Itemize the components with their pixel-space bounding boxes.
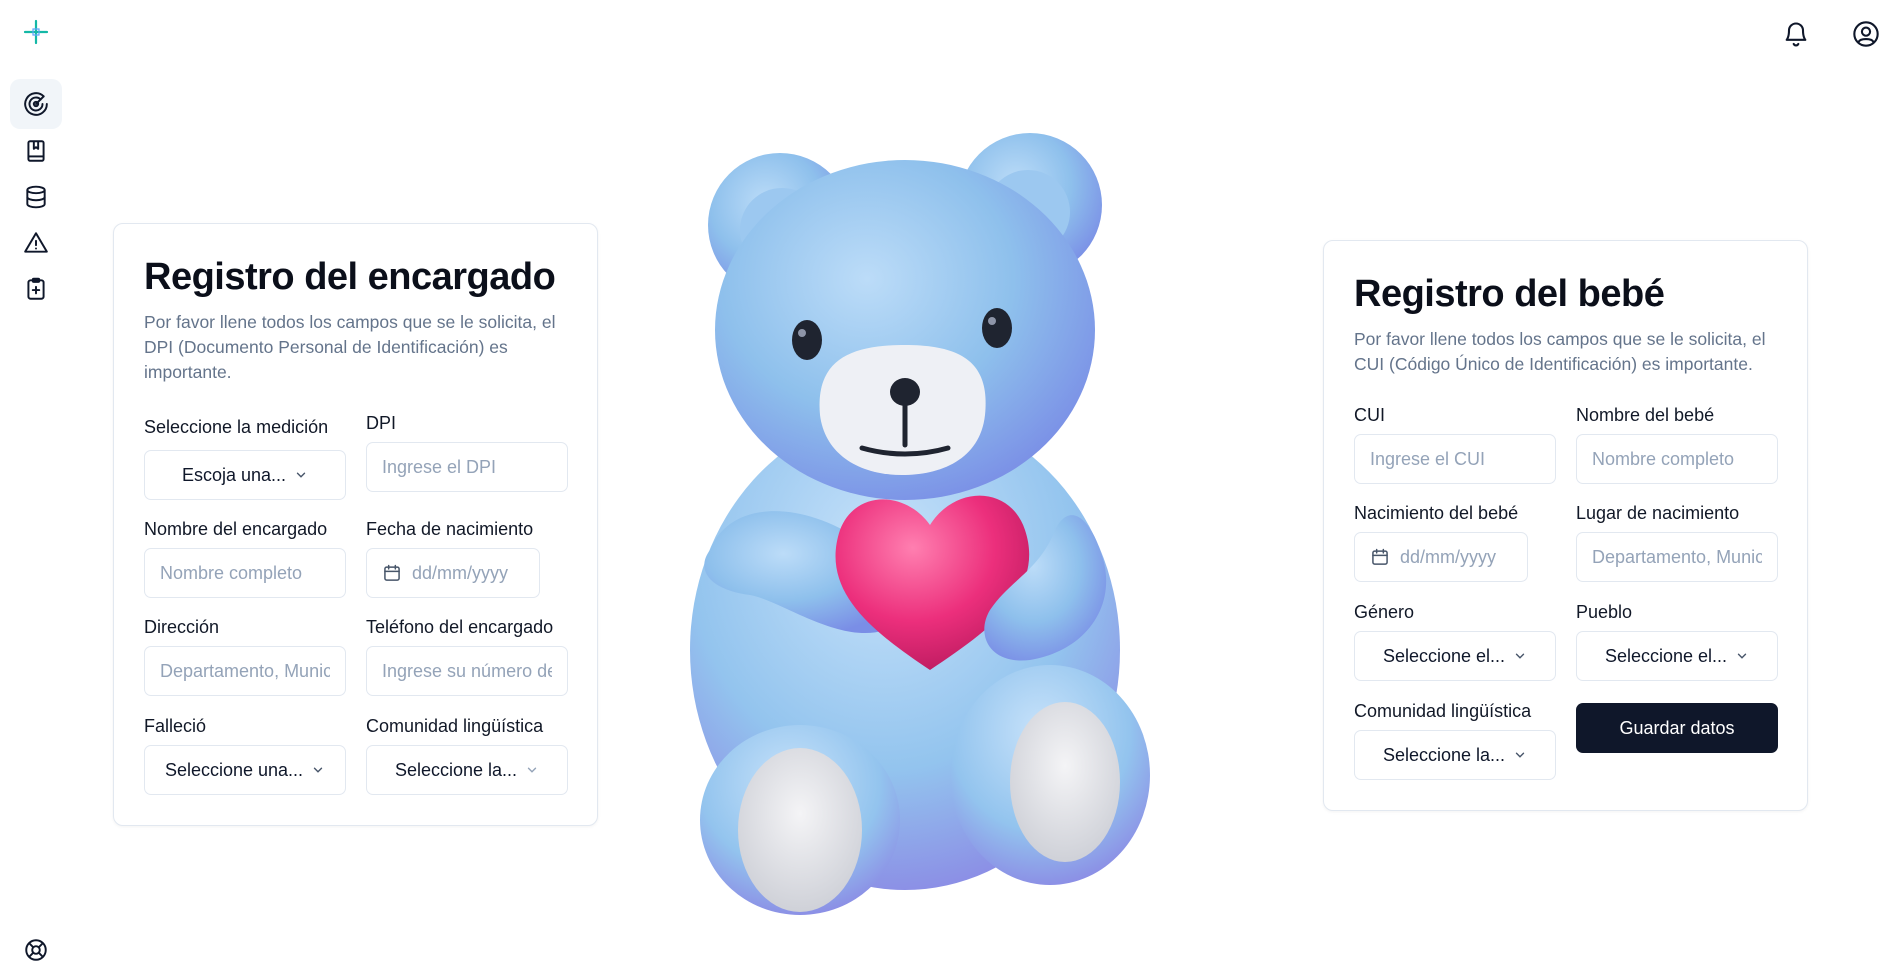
- user-circle-icon: [1853, 21, 1879, 47]
- radar-icon: [24, 92, 48, 116]
- dpi-field[interactable]: [366, 442, 568, 492]
- people-label: Pueblo: [1576, 602, 1633, 622]
- gender-label: Género: [1354, 602, 1415, 622]
- address-input[interactable]: [160, 660, 330, 682]
- sidebar: [0, 0, 72, 971]
- sidebar-item-radar[interactable]: [10, 79, 62, 129]
- chevron-down-icon: [296, 472, 306, 478]
- guardian-language-label: Comunidad lingüística: [366, 716, 544, 736]
- database-icon: [26, 185, 46, 209]
- guardian-language-select[interactable]: Seleccione la...: [366, 745, 568, 795]
- baby-language-select[interactable]: Seleccione la...: [1354, 730, 1556, 780]
- address-label: Dirección: [144, 617, 220, 637]
- baby-language-select-value: Seleccione la...: [1382, 744, 1506, 765]
- baby-birth-date-placeholder: dd/mm/yyyy: [1400, 546, 1497, 567]
- deceased-label: Falleció: [144, 716, 207, 736]
- save-data-button[interactable]: Guardar datos: [1576, 703, 1778, 753]
- baby-name-field[interactable]: [1576, 434, 1778, 484]
- bell-icon: [1785, 22, 1807, 47]
- baby-name-label: Nombre del bebé: [1576, 405, 1715, 425]
- dpi-input[interactable]: [382, 456, 552, 478]
- baby-birth-date-label: Nacimiento del bebé: [1354, 503, 1519, 523]
- clipboard-plus-icon: [27, 277, 45, 300]
- guardian-registration-card: Registro del encargado Por favor llene t…: [113, 223, 598, 826]
- baby-birth-date-field[interactable]: dd/mm/yyyy: [1354, 532, 1528, 582]
- sidebar-item-help[interactable]: [10, 925, 62, 971]
- phone-label: Teléfono del encargado: [366, 617, 554, 637]
- sidebar-item-records[interactable]: [10, 126, 62, 176]
- life-buoy-icon: [25, 939, 47, 961]
- cui-field[interactable]: [1354, 434, 1556, 484]
- address-field[interactable]: [144, 646, 346, 696]
- gender-select[interactable]: Seleccione el...: [1354, 631, 1556, 681]
- profile-button[interactable]: [1850, 18, 1882, 50]
- measurement-select-value: Escoja una...: [181, 464, 287, 485]
- measurement-select[interactable]: Escoja una...: [144, 450, 346, 500]
- guardian-form-description: Por favor llene todos los campos que se …: [144, 312, 556, 382]
- bookmark-book-icon: [27, 140, 45, 162]
- baby-name-input[interactable]: [1592, 448, 1762, 470]
- baby-registration-card: Registro del bebé Por favor llene todos …: [1323, 240, 1808, 811]
- guardian-birth-date-field[interactable]: dd/mm/yyyy: [366, 548, 540, 598]
- measurement-label: Seleccione la medición: [144, 417, 329, 437]
- guardian-form-title: Registro del encargado: [144, 256, 556, 298]
- sidebar-item-clipboard[interactable]: [10, 264, 62, 314]
- cui-input[interactable]: [1370, 448, 1540, 470]
- guardian-name-field[interactable]: [144, 548, 346, 598]
- guardian-name-input[interactable]: [160, 562, 330, 584]
- baby-form-description: Por favor llene todos los campos que se …: [1354, 329, 1766, 374]
- chevron-down-icon: [1515, 752, 1525, 758]
- gender-select-value: Seleccione el...: [1382, 645, 1506, 666]
- chevron-down-icon: [527, 767, 537, 773]
- baby-language-label: Comunidad lingüística: [1354, 701, 1532, 721]
- phone-field[interactable]: [366, 646, 568, 696]
- warning-triangle-icon: [24, 232, 48, 253]
- phone-input[interactable]: [382, 660, 552, 682]
- deceased-select-value: Seleccione una...: [164, 759, 304, 780]
- calendar-icon: [1372, 548, 1388, 565]
- people-select-value: Seleccione el...: [1604, 645, 1728, 666]
- birth-place-field[interactable]: [1576, 532, 1778, 582]
- guardian-language-select-value: Seleccione la...: [394, 759, 518, 780]
- teddy-bear-illustration: [690, 133, 1150, 915]
- guardian-name-label: Nombre del encargado: [144, 519, 328, 539]
- birth-place-input[interactable]: [1592, 546, 1762, 568]
- birth-date-label: Fecha de nacimiento: [366, 519, 534, 539]
- baby-form-title: Registro del bebé: [1354, 273, 1665, 315]
- people-select[interactable]: Seleccione el...: [1576, 631, 1778, 681]
- calendar-icon: [384, 564, 400, 581]
- birth-place-label: Lugar de nacimiento: [1576, 503, 1740, 523]
- chevron-down-icon: [313, 767, 323, 773]
- notifications-button[interactable]: [1780, 18, 1812, 50]
- dpi-label: DPI: [366, 413, 397, 433]
- deceased-select[interactable]: Seleccione una...: [144, 745, 346, 795]
- guardian-birth-date-placeholder: dd/mm/yyyy: [412, 562, 509, 583]
- chevron-down-icon: [1515, 653, 1525, 659]
- plus-logo-icon[interactable]: [22, 18, 50, 46]
- chevron-down-icon: [1737, 653, 1747, 659]
- sidebar-item-database[interactable]: [10, 172, 62, 222]
- sidebar-item-alerts[interactable]: [10, 218, 62, 268]
- cui-label: CUI: [1354, 405, 1385, 425]
